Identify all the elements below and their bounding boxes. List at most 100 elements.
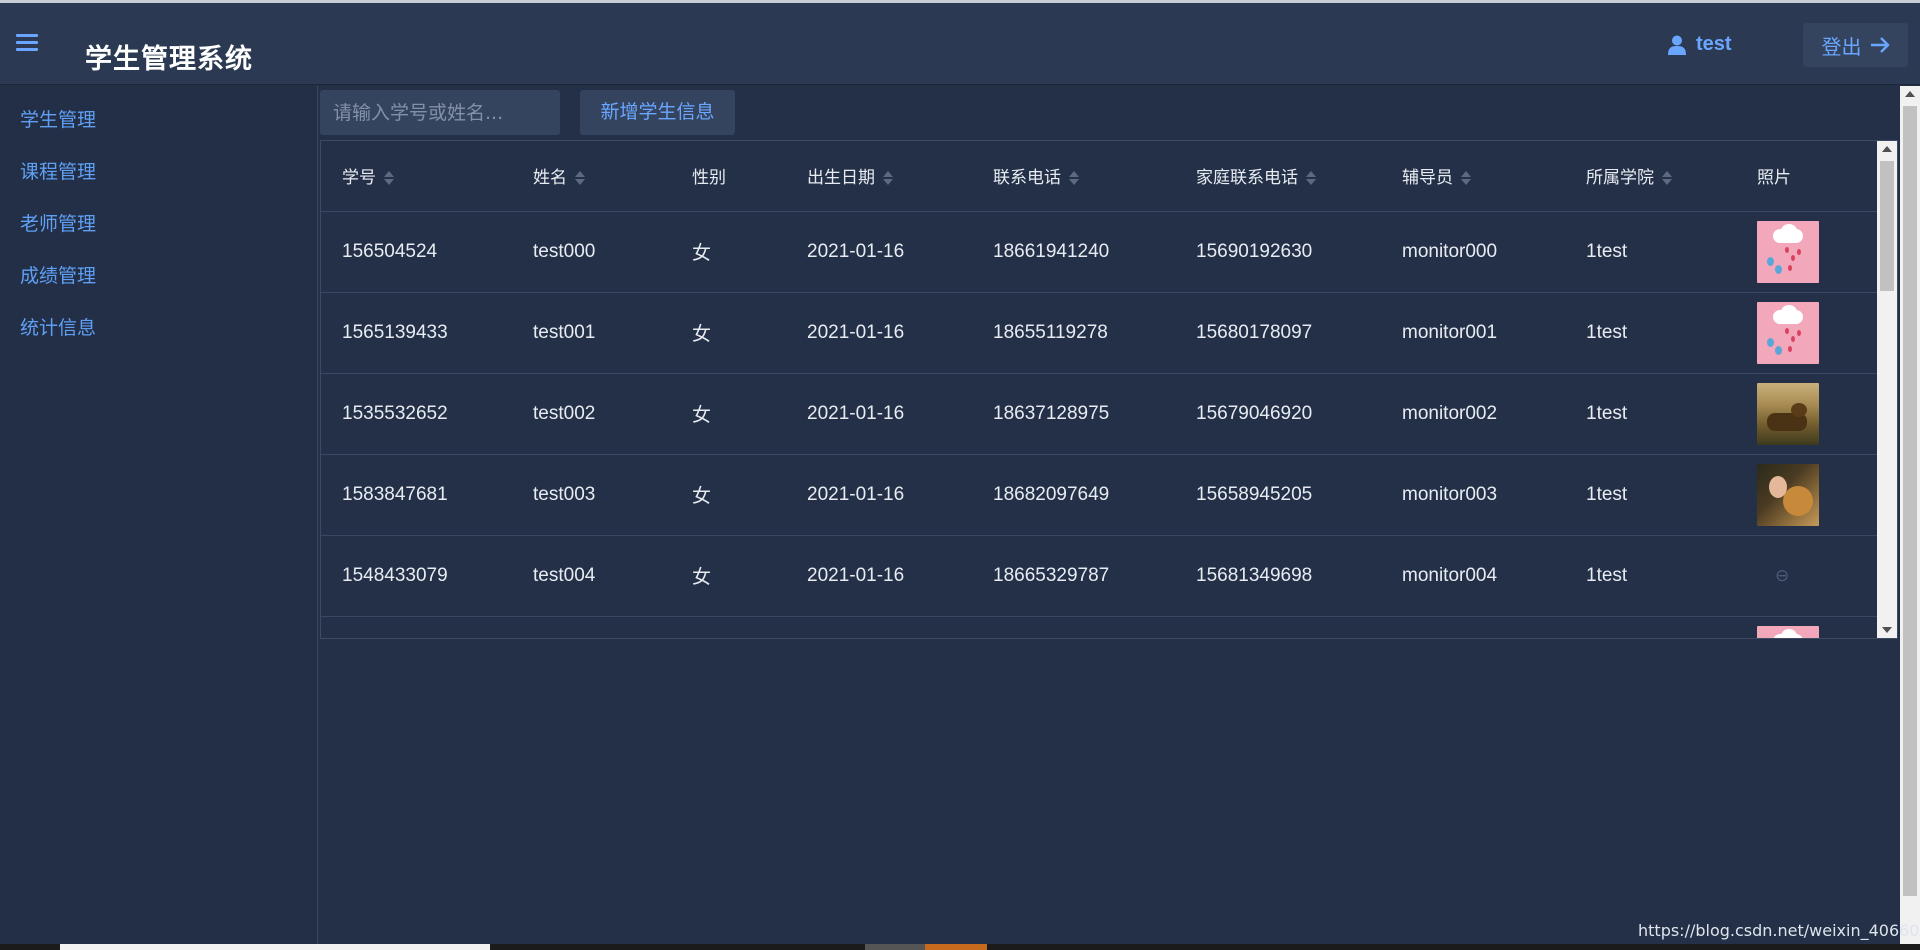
cell-counselor: monitor004: [1381, 535, 1565, 617]
cell-counselor: monitor001: [1381, 292, 1565, 374]
cell-phone: 18655119278: [972, 292, 1175, 374]
search-input[interactable]: [320, 90, 560, 135]
cell-photo: [1736, 373, 1879, 455]
arrow-right-icon: [1870, 37, 1890, 53]
table-row[interactable]: 1565139433 test001 女 2021-01-16 18655119…: [321, 292, 1879, 374]
app-title: 学生管理系统: [85, 44, 253, 75]
col-header-birth[interactable]: 出生日期: [786, 141, 972, 212]
broken-image-icon[interactable]: ⊖: [1757, 566, 1789, 585]
cell-phone: 18661941240: [972, 211, 1175, 293]
cell-photo: [1736, 292, 1879, 374]
table-row[interactable]: 156504524 test000 女 2021-01-16 186619412…: [321, 211, 1879, 293]
col-header-label: 姓名: [533, 168, 567, 189]
cell-photo: [1736, 211, 1879, 293]
sidebar-item-statistics[interactable]: 统计信息: [0, 294, 317, 346]
dog-photo[interactable]: [1757, 382, 1819, 445]
cell-photo: [1736, 454, 1879, 536]
cell-gender: 女: [671, 292, 786, 374]
cell-gender: 女: [671, 535, 786, 617]
col-header-label: 出生日期: [807, 168, 875, 189]
sidebar-item-teachers[interactable]: 老师管理: [0, 190, 317, 242]
cell-phone: 18665329787: [972, 535, 1175, 617]
cell-empty: [512, 616, 671, 638]
sort-icon[interactable]: [575, 171, 585, 186]
sort-icon[interactable]: [1662, 171, 1672, 186]
girl-dog-photo[interactable]: [1757, 463, 1819, 526]
sidebar-item-grades[interactable]: 成绩管理: [0, 242, 317, 294]
sidebar-item-students[interactable]: 学生管理: [0, 86, 317, 138]
cell-name: test002: [512, 373, 671, 455]
logout-button[interactable]: 登出: [1803, 23, 1908, 67]
cell-empty: [321, 616, 512, 638]
cell-counselor: monitor000: [1381, 211, 1565, 293]
cell-birth: 2021-01-16: [786, 373, 972, 455]
sidebar-item-courses[interactable]: 课程管理: [0, 138, 317, 190]
cloud-photo[interactable]: [1757, 220, 1819, 283]
cloud-photo[interactable]: [1757, 301, 1819, 364]
sort-icon[interactable]: [1461, 171, 1471, 186]
col-header-gender: 性别: [671, 141, 786, 212]
cell-empty: [1175, 616, 1381, 638]
cell-empty: [671, 616, 786, 638]
cell-birth: 2021-01-16: [786, 292, 972, 374]
col-header-label: 所属学院: [1586, 168, 1654, 189]
scroll-up-icon[interactable]: [1905, 91, 1915, 97]
cell-empty: [972, 616, 1175, 638]
scroll-up-icon[interactable]: [1882, 146, 1892, 152]
cell-counselor: monitor002: [1381, 373, 1565, 455]
col-header-home-phone[interactable]: 家庭联系电话: [1175, 141, 1381, 212]
sort-icon[interactable]: [1306, 171, 1316, 186]
cell-home-phone: 15690192630: [1175, 211, 1381, 293]
cell-id: 1565139433: [321, 292, 512, 374]
col-header-label: 辅导员: [1402, 168, 1453, 189]
user-menu[interactable]: test: [1668, 33, 1732, 56]
cell-phone: 18682097649: [972, 454, 1175, 536]
col-header-id[interactable]: 学号: [321, 141, 512, 212]
watermark-text: https://blog.csdn.net/weixin_40660408: [1638, 921, 1920, 940]
col-header-name[interactable]: 姓名: [512, 141, 671, 212]
cloud-photo[interactable]: [1757, 625, 1819, 638]
taskbar-strip: [0, 944, 1920, 950]
col-header-counselor[interactable]: 辅导员: [1381, 141, 1565, 212]
table-scrollbar[interactable]: [1877, 141, 1897, 638]
col-header-label: 学号: [342, 168, 376, 189]
cell-college: 1test: [1565, 292, 1736, 374]
user-icon: [1668, 35, 1686, 55]
cell-college: 1test: [1565, 373, 1736, 455]
cell-name: test004: [512, 535, 671, 617]
sort-icon[interactable]: [384, 171, 394, 186]
cell-name: test000: [512, 211, 671, 293]
page-scrollbar[interactable]: [1900, 86, 1920, 950]
cell-gender: 女: [671, 454, 786, 536]
sort-icon[interactable]: [883, 171, 893, 186]
cell-id: 1583847681: [321, 454, 512, 536]
menu-icon[interactable]: [16, 34, 38, 52]
cell-empty: [786, 616, 972, 638]
table-row[interactable]: [321, 616, 1879, 638]
scroll-thumb[interactable]: [1903, 106, 1917, 896]
logout-label: 登出: [1821, 34, 1862, 59]
cell-birth: 2021-01-16: [786, 535, 972, 617]
table-row[interactable]: 1548433079 test004 女 2021-01-16 18665329…: [321, 535, 1879, 617]
cell-home-phone: 15658945205: [1175, 454, 1381, 536]
table-row[interactable]: 1535532652 test002 女 2021-01-16 18637128…: [321, 373, 1879, 455]
table-row[interactable]: 1583847681 test003 女 2021-01-16 18682097…: [321, 454, 1879, 536]
sort-icon[interactable]: [1069, 171, 1079, 186]
col-header-label: 性别: [692, 168, 726, 189]
cell-college: 1test: [1565, 211, 1736, 293]
cell-name: test001: [512, 292, 671, 374]
student-table: 学号 姓名 性别 出生日期 联系电话 家庭联系电话 辅导员 所属学院 照片 15…: [320, 140, 1898, 639]
cell-gender: 女: [671, 211, 786, 293]
col-header-label: 照片: [1757, 168, 1791, 189]
add-student-button[interactable]: 新增学生信息: [580, 90, 735, 135]
scroll-thumb[interactable]: [1880, 161, 1894, 291]
user-name: test: [1696, 33, 1732, 55]
col-header-college[interactable]: 所属学院: [1565, 141, 1736, 212]
col-header-phone[interactable]: 联系电话: [972, 141, 1175, 212]
col-header-photo: 照片: [1736, 141, 1879, 212]
scroll-down-icon[interactable]: [1882, 627, 1892, 633]
cell-empty: [1381, 616, 1565, 638]
cell-empty: [1565, 616, 1736, 638]
cell-id: 1548433079: [321, 535, 512, 617]
cell-id: 156504524: [321, 211, 512, 293]
